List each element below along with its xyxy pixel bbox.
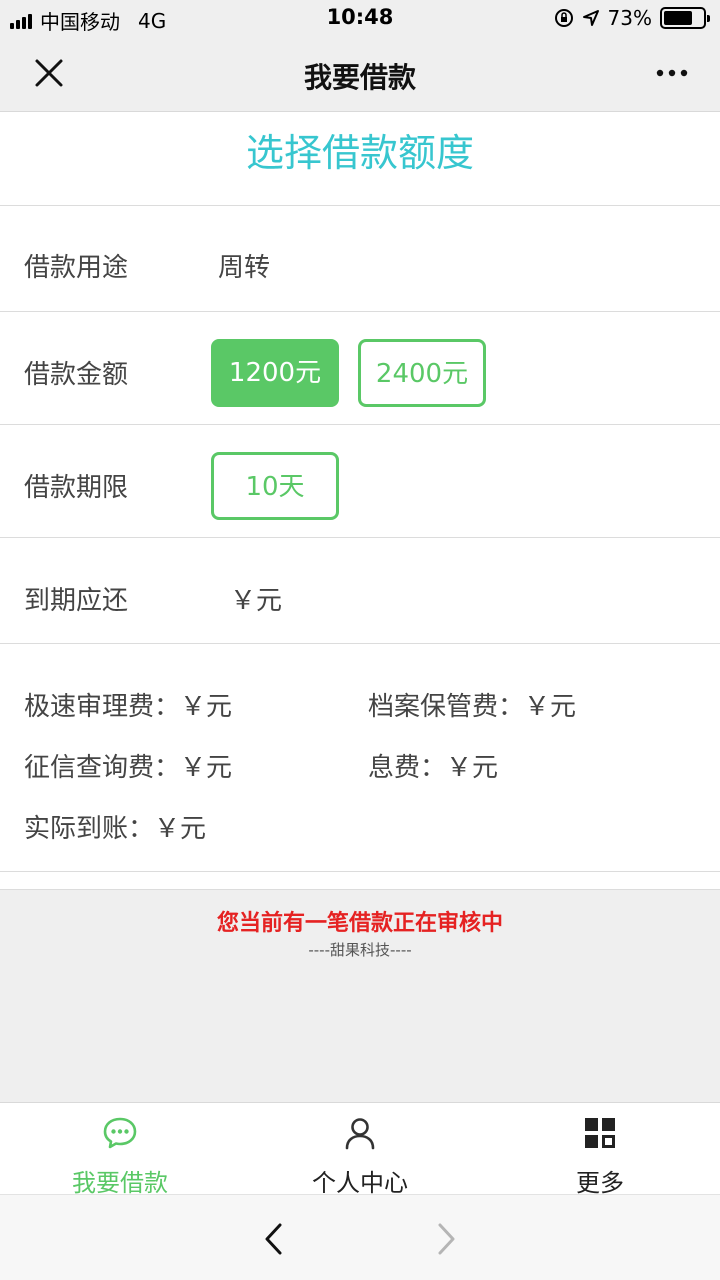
fees-section: 极速审理费：￥元 档案保管费：￥元 征信查询费：￥元 息费：￥元 实际到账：￥元	[0, 644, 720, 872]
due-value: ￥元	[230, 586, 283, 616]
amount-row: 借款金额 1200元 2400元	[0, 312, 720, 425]
status-right: 73%	[554, 6, 710, 30]
amount-label: 借款金额	[24, 360, 129, 390]
loan-form: 选择借款额度 借款用途 周转 借款金额 1200元 2400元 借款期限 10天…	[0, 112, 720, 890]
more-icon[interactable]	[654, 58, 690, 88]
browser-toolbar	[0, 1194, 720, 1280]
purpose-row: 借款用途 周转	[0, 206, 720, 312]
express-review-fee: 极速审理费：￥元	[24, 692, 233, 722]
forward-arrow-icon[interactable]	[428, 1221, 464, 1257]
amount-option-1200[interactable]: 1200元	[211, 339, 339, 407]
battery-percent: 73%	[607, 6, 652, 30]
back-arrow-icon[interactable]	[256, 1221, 292, 1257]
battery-icon	[660, 7, 710, 29]
purpose-label: 借款用途	[24, 253, 129, 283]
purpose-value: 周转	[218, 253, 271, 283]
credit-query-fee: 征信查询费：￥元	[24, 753, 233, 783]
tab-borrow-label: 我要借款	[72, 1169, 168, 1197]
location-icon	[582, 10, 599, 26]
tab-more-label: 更多	[576, 1169, 624, 1197]
term-option-10-days[interactable]: 10天	[211, 452, 339, 520]
tab-bar: 我要借款 个人中心 更多	[0, 1102, 720, 1197]
notice: 您当前有一笔借款正在审核中 ----甜果科技----	[0, 905, 720, 960]
archive-custody-fee: 档案保管费：￥元	[368, 692, 577, 722]
tab-personal-center[interactable]: 个人中心	[240, 1103, 480, 1197]
amount-option-2400[interactable]: 2400元	[358, 339, 486, 407]
chat-bubble-icon	[103, 1117, 137, 1149]
rotation-lock-icon	[554, 9, 573, 27]
tab-personal-center-label: 个人中心	[312, 1169, 408, 1197]
due-label: 到期应还	[24, 586, 129, 616]
divider	[0, 872, 720, 890]
tab-borrow[interactable]: 我要借款	[0, 1103, 240, 1197]
status-bar: 中国移动 4G 10:48 73%	[0, 0, 720, 36]
person-icon	[345, 1118, 375, 1150]
term-row: 借款期限 10天	[0, 425, 720, 538]
tab-more[interactable]: 更多	[480, 1103, 720, 1197]
battery-fill	[664, 11, 692, 25]
company-signature: ----甜果科技----	[308, 941, 412, 959]
grid-icon	[585, 1118, 615, 1148]
review-notice: 您当前有一笔借款正在审核中	[216, 911, 503, 936]
page-heading: 选择借款额度	[0, 112, 720, 206]
actual-received: 实际到账：￥元	[24, 814, 207, 844]
nav-title: 我要借款	[303, 61, 416, 94]
nav-bar: 我要借款	[0, 36, 720, 112]
interest-fee: 息费：￥元	[368, 753, 499, 783]
term-label: 借款期限	[24, 473, 129, 503]
due-row: 到期应还 ￥元	[0, 538, 720, 644]
